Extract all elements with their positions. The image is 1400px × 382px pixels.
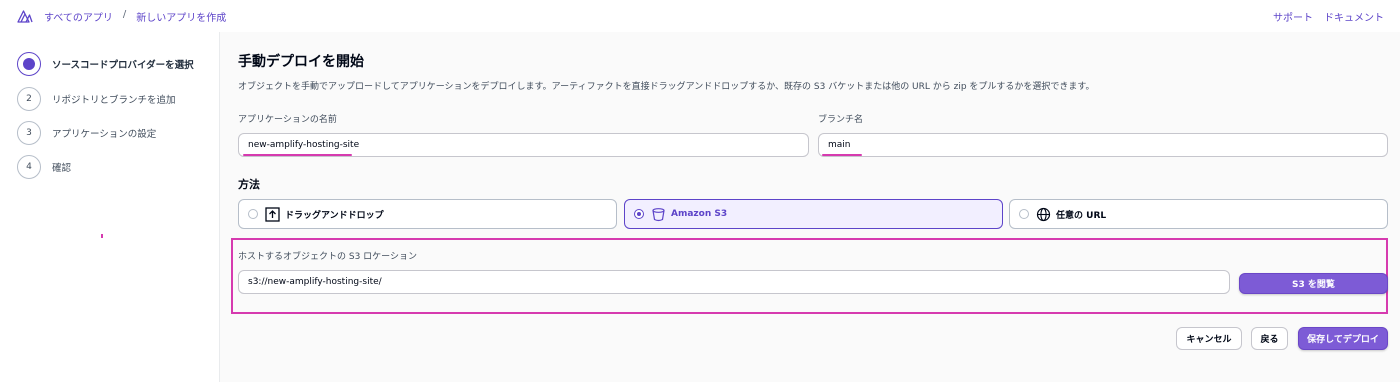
step-1-indicator xyxy=(17,52,41,76)
step-4[interactable]: 4 確認 xyxy=(17,155,71,179)
cancel-button[interactable]: キャンセル xyxy=(1176,327,1242,350)
support-link[interactable]: サポート xyxy=(1273,9,1313,24)
bucket-icon xyxy=(650,206,666,222)
step-4-label: 確認 xyxy=(52,163,72,174)
header-links: サポート ドキュメント xyxy=(1273,9,1384,24)
page-description: オブジェクトを手動でアップロードしてアプリケーションをデプロイします。アーティフ… xyxy=(238,82,1095,92)
method-option-s3[interactable]: Amazon S3 xyxy=(624,199,1003,229)
breadcrumb: すべてのアプリ / 新しいアプリを作成 xyxy=(44,9,226,24)
method-title: 方法 xyxy=(238,178,260,191)
save-and-deploy-button[interactable]: 保存してデプロイ xyxy=(1298,327,1388,350)
wizard-steps-sidebar: ソースコードプロバイダーを選択 2 リポジトリとブランチを追加 3 アプリケーシ… xyxy=(0,32,220,382)
browse-s3-button[interactable]: S3 を閲覧 xyxy=(1239,273,1388,294)
step-3-number: 3 xyxy=(17,121,41,145)
radio-s3[interactable] xyxy=(634,209,644,219)
annotation-mark xyxy=(101,234,103,238)
any-url-label: 任意の URL xyxy=(1056,210,1107,221)
step-2-label: リポジトリとブランチを追加 xyxy=(52,95,176,106)
step-4-number: 4 xyxy=(17,155,41,179)
step-1-label: ソースコードプロバイダーを選択 xyxy=(52,60,194,71)
top-bar: すべてのアプリ / 新しいアプリを作成 サポート ドキュメント xyxy=(0,0,1400,32)
page-title: 手動デプロイを開始 xyxy=(238,54,364,70)
breadcrumb-separator: / xyxy=(122,9,127,20)
step-2[interactable]: 2 リポジトリとブランチを追加 xyxy=(17,87,176,111)
branch-name-annotation-underline xyxy=(822,154,862,156)
branch-name-label: ブランチ名 xyxy=(818,115,864,125)
s3-location-input[interactable]: s3://new-amplify-hosting-site/ xyxy=(238,270,1230,294)
main-content: 手動デプロイを開始 オブジェクトを手動でアップロードしてアプリケーションをデプロ… xyxy=(221,32,1400,382)
back-button[interactable]: 戻る xyxy=(1251,327,1288,350)
method-option-url[interactable]: 任意の URL xyxy=(1009,199,1388,229)
upload-icon xyxy=(264,206,280,222)
app-name-annotation-underline xyxy=(243,154,352,156)
radio-drag-drop[interactable] xyxy=(248,209,258,219)
step-3[interactable]: 3 アプリケーションの設定 xyxy=(17,121,156,145)
app-name-label: アプリケーションの名前 xyxy=(238,115,337,125)
amazon-s3-label: Amazon S3 xyxy=(671,209,728,219)
breadcrumb-create-app[interactable]: 新しいアプリを作成 xyxy=(136,9,226,24)
method-option-drag-drop[interactable]: ドラッグアンドドロップ xyxy=(238,199,617,229)
step-3-label: アプリケーションの設定 xyxy=(52,129,157,140)
radio-url[interactable] xyxy=(1019,209,1029,219)
step-1[interactable]: ソースコードプロバイダーを選択 xyxy=(17,52,194,76)
branch-name-input[interactable]: main xyxy=(818,133,1388,157)
amplify-logo-icon[interactable] xyxy=(17,8,33,24)
s3-location-label: ホストするオブジェクトの S3 ロケーション xyxy=(238,252,417,262)
globe-icon xyxy=(1035,206,1051,222)
breadcrumb-all-apps[interactable]: すべてのアプリ xyxy=(44,9,113,24)
docs-link[interactable]: ドキュメント xyxy=(1324,9,1384,24)
drag-drop-label: ドラッグアンドドロップ xyxy=(285,210,384,221)
step-2-number: 2 xyxy=(17,87,41,111)
